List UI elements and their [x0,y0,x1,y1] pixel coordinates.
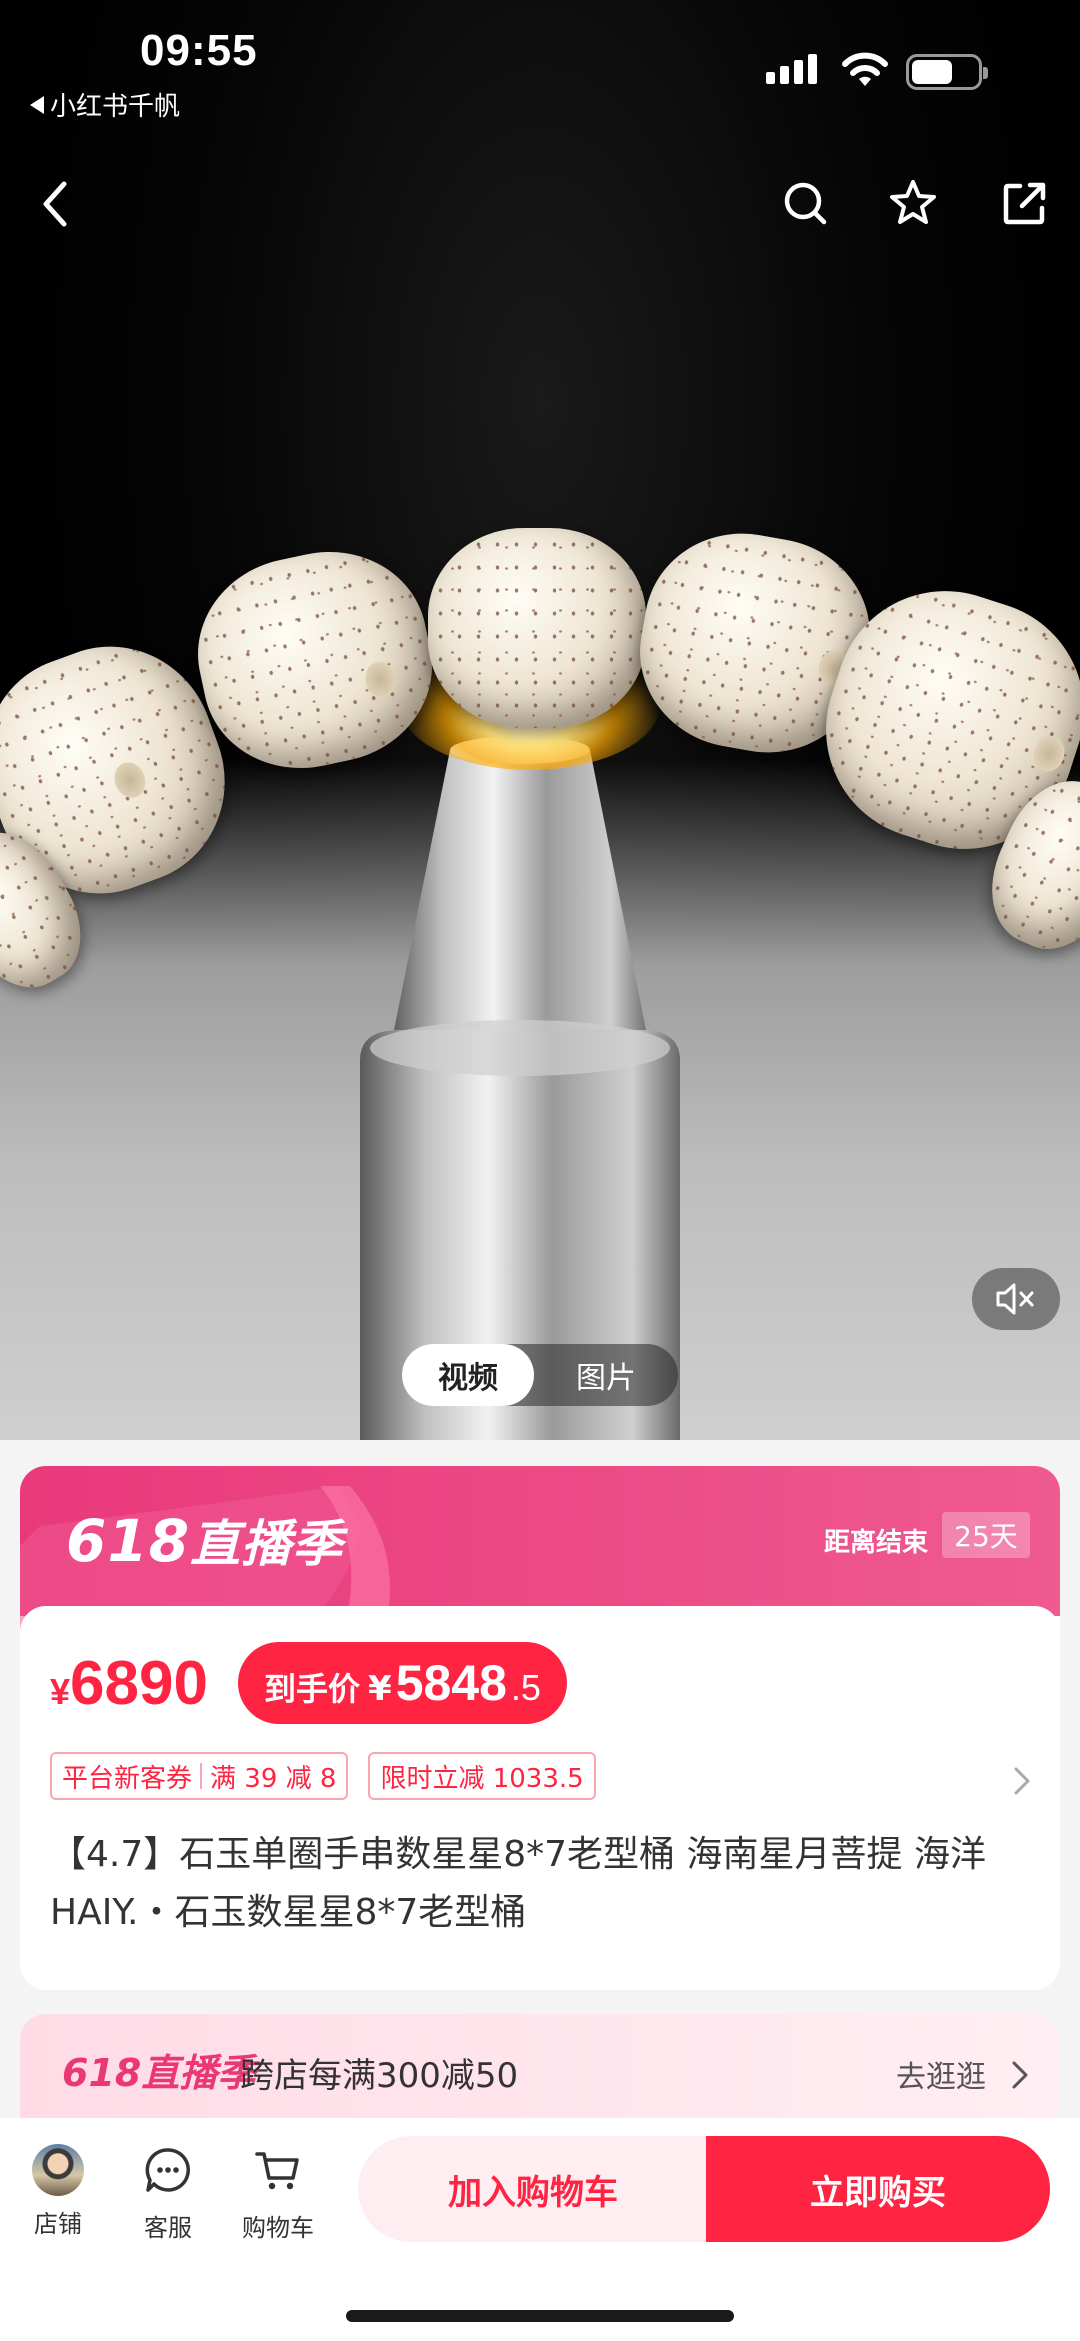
coupon-limited-discount[interactable]: 限时立减 1033.5 [368,1752,596,1800]
bottom-action-bar: 店铺 客服 购物车 加入购物车 立即购买 [0,2118,1080,2341]
promo-logo-text: 直播季 [141,2051,256,2095]
chevron-right-icon[interactable] [1008,2058,1032,2092]
countdown-label: 距离结束 [824,1528,929,1558]
promo-logo-number: 618 [62,2051,142,2095]
cart-label: 购物车 [242,2214,314,2242]
customer-service-label: 客服 [144,2214,192,2242]
add-to-cart-button[interactable]: 加入购物车 [358,2136,708,2242]
share-icon[interactable] [1000,176,1050,232]
store-avatar [32,2144,84,2196]
promo-browse-link[interactable]: 去逛逛 [896,2052,986,2096]
tab-images[interactable]: 图片 [540,1344,672,1406]
product-title: 【4.7】石玉单圈手串数星星8*7老型桶 海南星月菩提 海洋HAIY.・石玉数星… [50,1834,986,1933]
bead-image [428,528,646,728]
light-stand-image [360,736,680,1440]
promo-text: 跨店每满300减50 [240,2056,519,2096]
final-price-integer: 5848 [395,1655,507,1711]
coupon-threshold: 满 39 减 8 [210,1763,337,1794]
cross-store-promo[interactable]: 618直播季 跨店每满300减50 去逛逛 [20,2014,1060,2132]
coupon-divider [200,1763,203,1789]
back-triangle-icon [30,95,44,114]
618-live-logo: 618直播季 [66,1504,343,1576]
back-to-app-link[interactable]: 小红书千帆 [30,86,180,123]
cart-icon [255,2152,299,2190]
final-price-label: 到手价 [264,1670,361,1708]
store-label: 店铺 [34,2210,82,2238]
coupon-list[interactable]: 平台新客券 满 39 减 8 限时立减 1033.5 [50,1752,596,1800]
search-icon[interactable] [780,176,830,232]
original-price-value: 6890 [70,1649,208,1718]
coupon-label: 平台新客券 [62,1763,193,1794]
price-section: ¥6890 到手价 ¥ 5848.5 平台新客券 满 39 减 8 限时立减 1… [20,1606,1060,1990]
618-live-banner: 618直播季 距离结束 25天 [20,1466,1060,1646]
home-indicator[interactable] [346,2310,734,2322]
logo-number: 618 [66,1507,191,1575]
buy-now-button[interactable]: 立即购买 [706,2136,1050,2242]
back-app-label: 小红书千帆 [50,92,181,122]
final-price-pill: 到手价 ¥ 5848.5 [238,1642,567,1724]
coupon-new-customer[interactable]: 平台新客券 满 39 减 8 [50,1752,349,1800]
logo-text: 直播季 [190,1515,344,1573]
customer-service-button[interactable]: 客服 [118,2144,218,2243]
chevron-left-icon[interactable] [36,176,76,232]
tab-video[interactable]: 视频 [402,1344,534,1406]
wifi-icon [842,52,888,86]
speaker-muted-icon [996,1283,1034,1315]
promo-618-logo: 618直播季 [62,2042,255,2097]
status-time: 09:55 [140,26,258,75]
star-icon[interactable] [888,176,938,232]
cellular-signal-icon [766,54,817,84]
product-info-card: 618直播季 距离结束 25天 ¥6890 到手价 ¥ 5848.5 平台新客券… [20,1466,1060,1990]
original-price: ¥6890 [50,1648,208,1719]
product-detail-page: 09:55 小红书千帆 视频 图片 618直播季 距离结束 25天 ¥6890 … [0,0,1080,2341]
coupon-label: 限时立减 1033.5 [380,1763,584,1794]
countdown-badge: 25天 [942,1512,1030,1558]
product-video[interactable]: 09:55 小红书千帆 视频 图片 [0,0,1080,1440]
final-price-decimal: .5 [510,1667,541,1708]
media-tab-switch: 视频 图片 [402,1344,678,1406]
chevron-right-icon[interactable] [1010,1764,1034,1798]
chat-bubble-icon [145,2148,191,2192]
mute-button[interactable] [972,1268,1060,1330]
final-price-currency: ¥ [368,1669,392,1709]
status-bar: 09:55 小红书千帆 [0,0,1080,123]
battery-icon [906,54,988,90]
store-button[interactable]: 店铺 [8,2144,108,2239]
currency-symbol: ¥ [50,1671,71,1712]
cart-button[interactable]: 购物车 [228,2144,328,2243]
